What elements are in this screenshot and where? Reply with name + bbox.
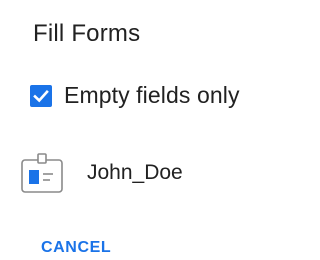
empty-fields-only-label: Empty fields only: [64, 82, 240, 108]
fill-forms-dialog: Fill Forms Empty fields only John_Doe CA…: [0, 0, 261, 260]
profile-item[interactable]: John_Doe: [19, 150, 183, 196]
checkmark-icon: [33, 89, 49, 102]
empty-fields-only-checkbox[interactable]: [30, 84, 52, 107]
cancel-button[interactable]: CANCEL: [41, 239, 111, 257]
id-card-icon: [19, 150, 65, 196]
dialog-title: Fill Forms: [33, 20, 141, 47]
profile-name: John_Doe: [87, 161, 183, 184]
empty-fields-only-option[interactable]: Empty fields only: [30, 82, 240, 109]
